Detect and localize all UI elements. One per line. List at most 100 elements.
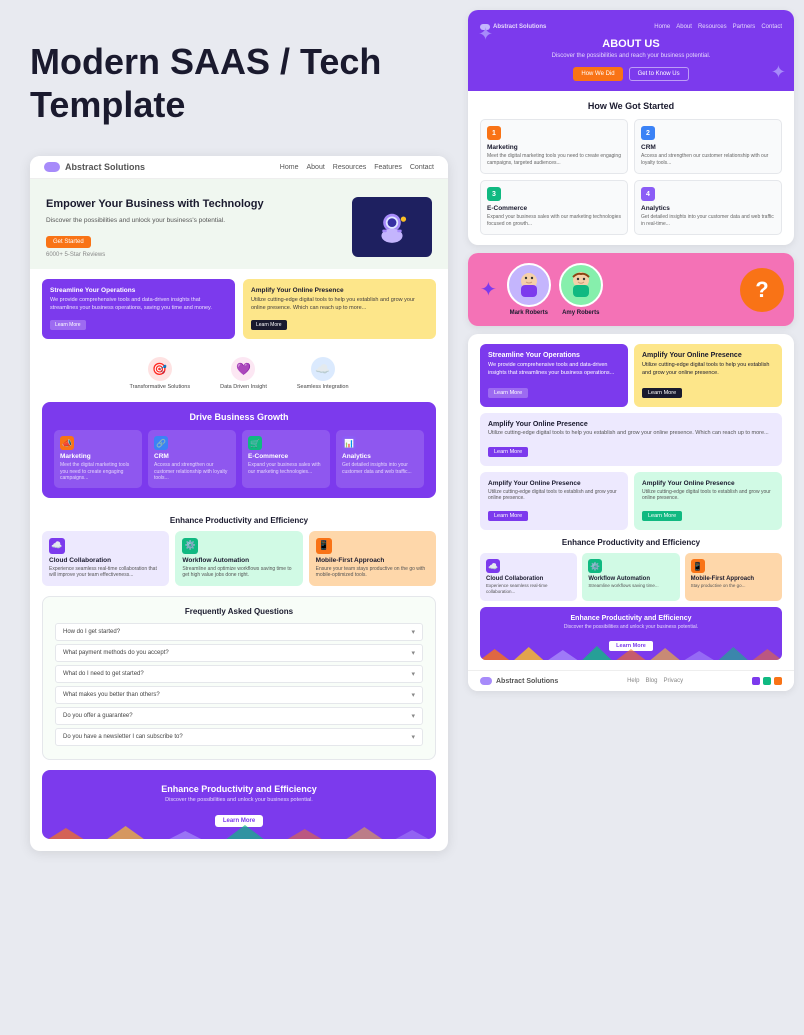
feature-card-title: Streamline Your Operations: [50, 287, 227, 294]
icon-item-transformative: 🎯 Transformative Solutions: [129, 357, 190, 390]
chevron-down-icon: ▾: [411, 649, 415, 657]
dot-orange: [774, 677, 782, 685]
get-to-know-button[interactable]: Get to Know Us: [629, 67, 689, 81]
how-started-grid: 1 Marketing Meet the digital marketing t…: [480, 119, 782, 235]
feature-card-streamline: Streamline Your Operations We provide co…: [42, 279, 235, 339]
about-us-card: Abstract Solutions Home About Resources …: [468, 10, 794, 245]
logo-cloud-icon: [44, 162, 60, 172]
step-3-number: 3: [487, 187, 501, 201]
enhance-card-mobile: 📱 Mobile-First Approach Ensure your team…: [309, 531, 436, 586]
features-detail-card: Streamline Your Operations We provide co…: [468, 334, 794, 691]
faq-title: Frequently Asked Questions: [55, 607, 423, 616]
avatar-amy: Amy Roberts: [559, 263, 603, 316]
rc3-full-title-1: Amplify Your Online Presence: [488, 421, 774, 428]
rc3-half-btn-1[interactable]: Learn More: [488, 511, 528, 521]
faq-item-1[interactable]: How do I get started? ▾: [55, 623, 423, 641]
testimonials-inner: ✦: [468, 253, 794, 326]
rc3-full-text-1: Utilize cutting-edge digital tools to he…: [488, 430, 774, 436]
feature-card-text-2: Utilize cutting-edge digital tools to he…: [251, 297, 428, 312]
drive-card-ecommerce: 🛒 E-Commerce Expand your business sales …: [242, 430, 330, 488]
drive-title: Drive Business Growth: [54, 412, 424, 422]
heart-icon: 💜: [231, 357, 255, 381]
faq-item-3[interactable]: What do I need to get started? ▾: [55, 665, 423, 683]
rc3-streamline-title: Streamline Your Operations: [488, 352, 620, 359]
cta-decoration: [42, 823, 436, 839]
drive-card-crm: 🔗 CRM Access and strengthen our customer…: [148, 430, 236, 488]
rc3-amplify-text: Utilize cutting-edge digital tools to he…: [642, 362, 774, 377]
rc3-half-btn-2[interactable]: Learn More: [642, 511, 682, 521]
right-panel: Abstract Solutions Home About Resources …: [468, 0, 804, 1035]
chevron-down-icon: ▾: [411, 733, 415, 741]
enhance-title-left: Enhance Productivity and Efficiency: [30, 508, 448, 531]
footer-color-dots: [752, 677, 782, 685]
mobile-icon: 📱: [316, 538, 332, 554]
rc3-half-card-1: Amplify Your Online Presence Utilize cut…: [480, 472, 628, 530]
grid-item-crm: 2 CRM Access and strengthen our customer…: [634, 119, 782, 174]
faq-section: Frequently Asked Questions How do I get …: [42, 596, 436, 760]
cloud-icon-2: ☁️: [486, 559, 500, 573]
rc1-nav: Abstract Solutions Home About Resources …: [480, 24, 782, 30]
cloud-icon: ☁️: [311, 357, 335, 381]
testimonial-name-amy: Amy Roberts: [562, 310, 599, 316]
step-4-number: 4: [641, 187, 655, 201]
rc3-amplify-card: Amplify Your Online Presence Utilize cut…: [634, 344, 782, 407]
rc3-enhance-title: Enhance Productivity and Efficiency: [480, 538, 782, 547]
grid-item-ecommerce: 3 E-Commerce Expand your business sales …: [480, 180, 628, 235]
rc3-amplify-btn[interactable]: Learn More: [642, 388, 682, 398]
faq-item-4[interactable]: What makes you better than others? ▾: [55, 686, 423, 704]
avatar-mark: Mark Roberts: [507, 263, 551, 316]
enhance-cards: ☁️ Cloud Collaboration Experience seamle…: [30, 531, 448, 596]
streamline-amplify-row: Streamline Your Operations We provide co…: [480, 344, 782, 407]
hero-cta-button[interactable]: Get Started: [46, 236, 91, 248]
testimonials-card: ✦: [468, 253, 794, 326]
purple-star-icon: ✦: [480, 277, 497, 302]
rc3-full-amplify-card-1: Amplify Your Online Presence Utilize cut…: [480, 413, 782, 466]
rc3-streamline-btn[interactable]: Learn More: [488, 388, 528, 398]
icon-label-integration: Seamless Integration: [297, 384, 349, 390]
grid-item-analytics: 4 Analytics Get detailed insights into y…: [634, 180, 782, 235]
chevron-down-icon: ▾: [411, 691, 415, 699]
icon-item-integration: ☁️ Seamless Integration: [297, 357, 349, 390]
feature-card-title-2: Amplify Your Online Presence: [251, 287, 428, 294]
faq-item-2[interactable]: What payment methods do you accept? ▾: [55, 644, 423, 662]
grid-item-marketing: 1 Marketing Meet the digital marketing t…: [480, 119, 628, 174]
preview-nav-links: Home About Resources Features Contact: [280, 164, 434, 171]
hero-text: Empower Your Business with Technology Di…: [46, 197, 340, 257]
about-body: How We Got Started 1 Marketing Meet the …: [468, 91, 794, 245]
rec-cloud: ☁️ Cloud Collaboration Experience seamle…: [480, 553, 577, 601]
faq-item-5[interactable]: Do you offer a guarantee? ▾: [55, 707, 423, 725]
preview-nav: Abstract Solutions Home About Resources …: [30, 156, 448, 179]
about-buttons: How We Did Get to Know Us: [480, 67, 782, 81]
preview-features-row: Streamline Your Operations We provide co…: [30, 269, 448, 349]
mobile-icon-2: 📱: [691, 559, 705, 573]
enhance-card-workflow: ⚙️ Workflow Automation Streamline and op…: [175, 531, 302, 586]
preview-nav-logo: Abstract Solutions: [44, 162, 145, 172]
about-title: ABOUT US: [480, 38, 782, 50]
rc3-cta-title: Enhance Productivity and Efficiency: [488, 615, 774, 622]
workflow-icon-2: ⚙️: [588, 559, 602, 573]
chevron-down-icon: ▾: [411, 712, 415, 720]
rc3-enhance-section: Enhance Productivity and Efficiency ☁️ C…: [480, 538, 782, 601]
amplify-learn-more-button[interactable]: Learn More: [251, 320, 287, 330]
left-panel: Modern SAAS / Tech Template Abstract Sol…: [0, 0, 468, 1035]
rc3-body: Streamline Your Operations We provide co…: [468, 334, 794, 670]
icon-label-data: Data Driven Insight: [220, 384, 267, 390]
step-1-number: 1: [487, 126, 501, 140]
footer-logo: Abstract Solutions: [480, 677, 558, 685]
drive-card-marketing: 📣 Marketing Meet the digital marketing t…: [54, 430, 142, 488]
rec-mobile: 📱 Mobile-First Approach Stay productive …: [685, 553, 782, 601]
rc3-full-btn-1[interactable]: Learn More: [488, 447, 528, 457]
avatar-icon-female: [559, 263, 603, 307]
ecommerce-icon: 🛒: [248, 436, 262, 450]
rc3-footer: Abstract Solutions Help Blog Privacy: [468, 670, 794, 691]
target-icon: 🎯: [148, 357, 172, 381]
feature-card-text: We provide comprehensive tools and data-…: [50, 297, 227, 312]
about-subtitle: Discover the possibilities and reach you…: [480, 53, 782, 59]
analytics-icon: 📊: [342, 436, 356, 450]
chevron-down-icon: ▾: [411, 628, 415, 636]
how-we-did-button[interactable]: How We Did: [573, 67, 622, 81]
rec-workflow: ⚙️ Workflow Automation Streamline workfl…: [582, 553, 679, 601]
streamline-learn-more-button[interactable]: Learn More: [50, 320, 86, 330]
faq-item-6[interactable]: Do you have a newsletter I can subscribe…: [55, 728, 423, 746]
rc3-cta: Enhance Productivity and Efficiency Disc…: [480, 607, 782, 660]
